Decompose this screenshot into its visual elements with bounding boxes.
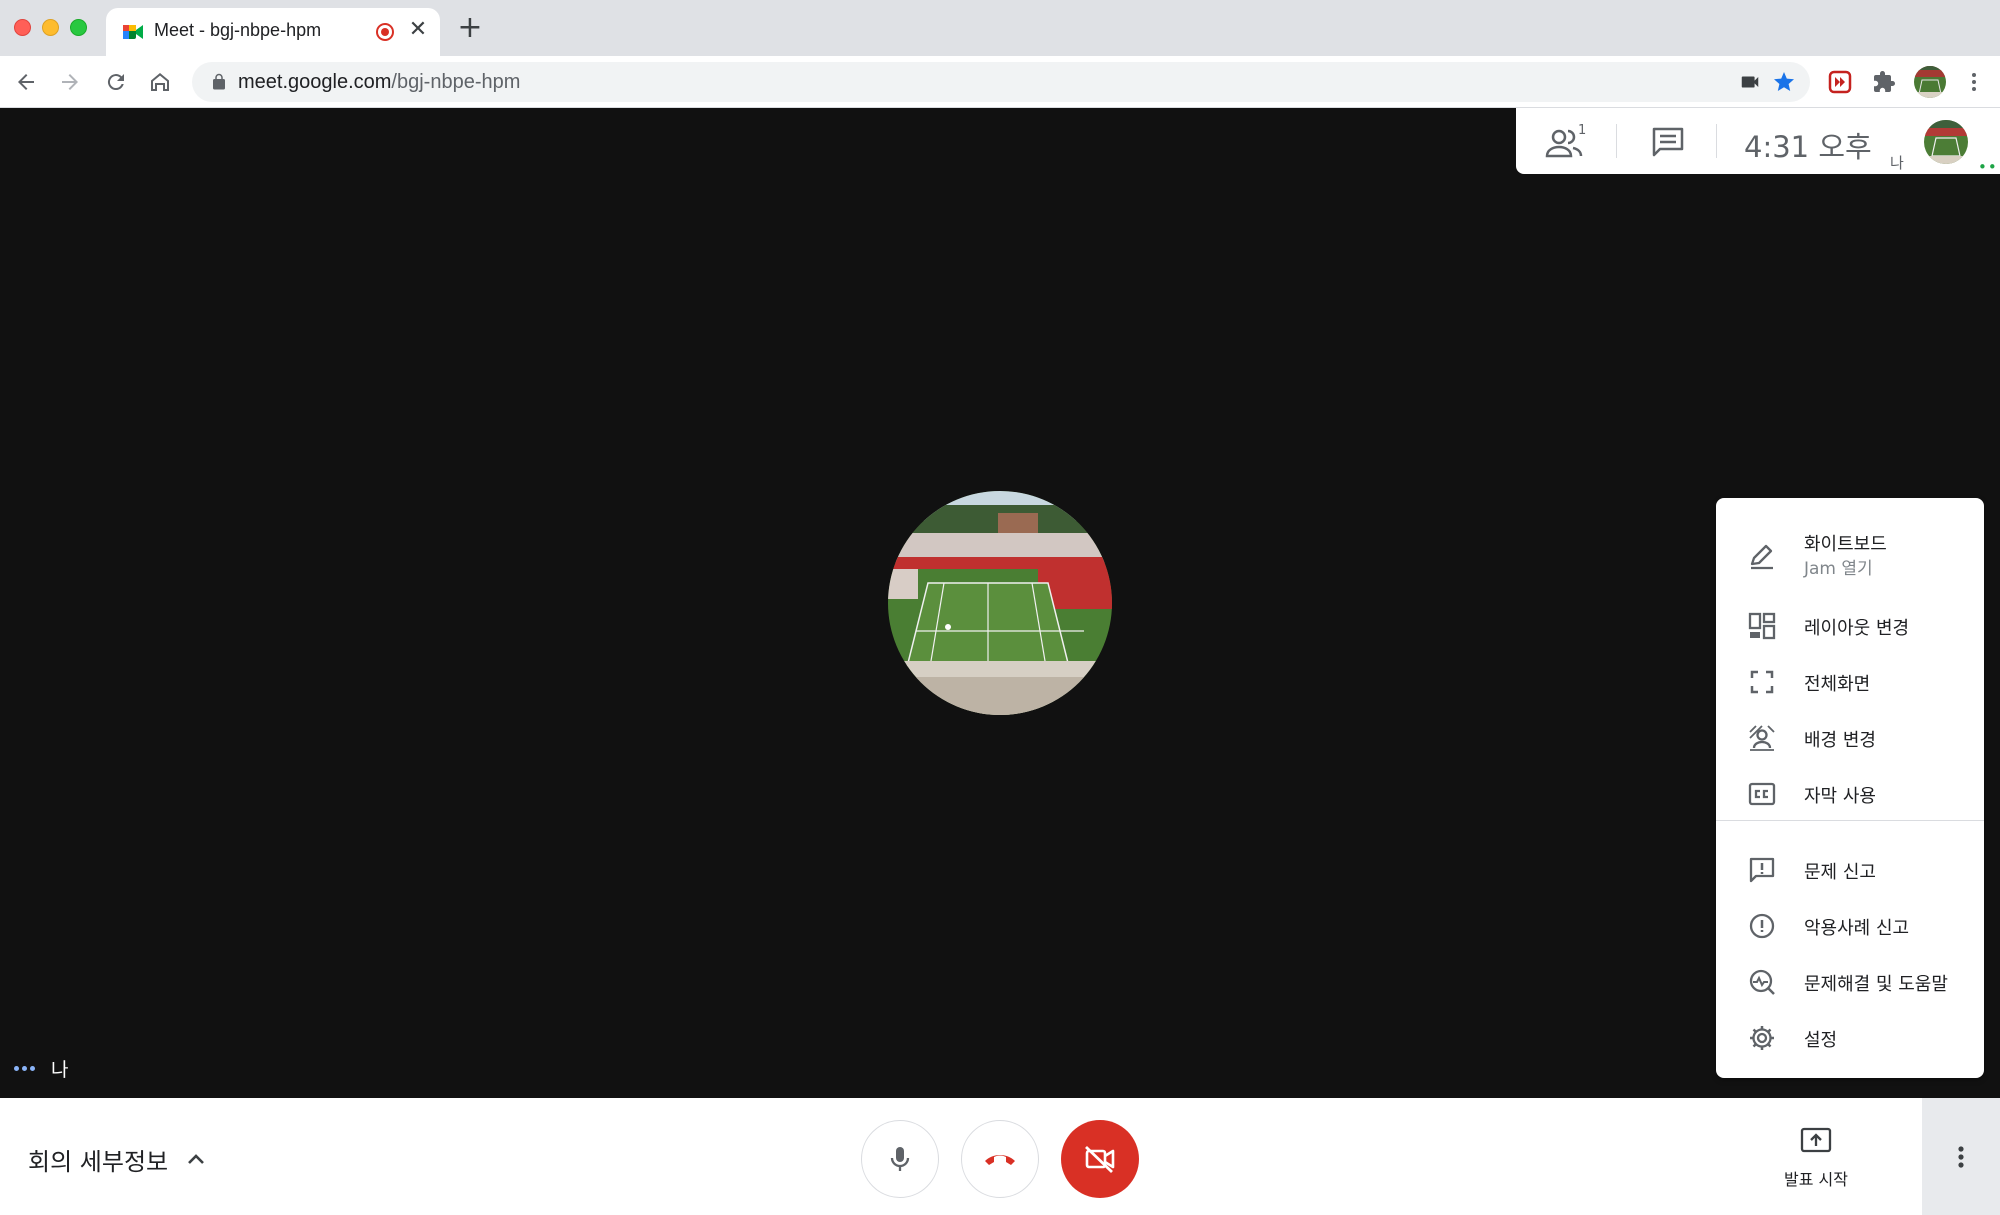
menu-item-label: 설정 xyxy=(1804,1030,1838,1051)
meeting-bottom-bar: 회의 세부정보 발표 시작 xyxy=(0,1098,2000,1215)
video-camera-icon xyxy=(1741,76,1759,88)
self-thumbnail[interactable] xyxy=(1924,120,1968,164)
captions-icon xyxy=(1748,780,1776,808)
video-off-icon xyxy=(1085,1145,1115,1174)
background-icon xyxy=(1748,724,1776,752)
menu-item-label: 문제 신고 xyxy=(1804,862,1876,883)
menu-item-troubleshoot-help[interactable]: 문제해결 및 도움말 xyxy=(1716,954,1984,1006)
kebab-menu-icon xyxy=(1958,1145,1964,1168)
audio-level-dots-icon: ••• xyxy=(1978,158,2000,176)
menu-item-report-problem[interactable]: 문제 신고 xyxy=(1716,842,1984,894)
menu-item-label: 레이아웃 변경 xyxy=(1804,618,1910,639)
menu-item-label: 화이트보드 xyxy=(1804,534,1887,555)
tab-title: Meet - bgj-nbpe-hpm xyxy=(154,20,322,40)
separator xyxy=(1716,124,1717,158)
audio-level-dots-icon xyxy=(14,1066,35,1071)
home-button[interactable] xyxy=(144,66,176,98)
menu-divider xyxy=(1716,820,1984,821)
present-now-button[interactable]: 발표 시작 xyxy=(1760,1126,1872,1190)
menu-item-label: 자막 사용 xyxy=(1804,786,1876,807)
arrow-right-icon xyxy=(62,74,78,90)
recording-indicator-icon xyxy=(376,23,394,41)
star-icon xyxy=(1774,72,1794,91)
kebab-menu-icon xyxy=(1972,73,1976,91)
microphone-button[interactable] xyxy=(861,1120,939,1198)
more-options-menu: 화이트보드 Jam 열기 레이아웃 변경 전체화면 배경 변경 자막 사용 문제… xyxy=(1716,498,1984,1078)
url-path: /bgj-nbpe-hpm xyxy=(391,71,521,93)
chat-icon xyxy=(1652,127,1684,157)
menu-item-change-background[interactable]: 배경 변경 xyxy=(1716,710,1984,762)
hang-up-icon xyxy=(985,1155,1015,1165)
report-abuse-icon xyxy=(1748,912,1776,940)
back-button[interactable] xyxy=(10,66,42,98)
browser-tab-strip: Meet - bgj-nbpe-hpm ✕ + xyxy=(0,0,2000,56)
extension-red-button[interactable] xyxy=(1826,68,1854,96)
tab-close-button[interactable]: ✕ xyxy=(406,18,430,42)
menu-item-sublabel: Jam 열기 xyxy=(1804,559,1873,579)
chat-button[interactable] xyxy=(1644,122,1692,162)
window-zoom-button[interactable] xyxy=(70,19,87,36)
more-options-button[interactable] xyxy=(1922,1098,2000,1215)
microphone-icon xyxy=(890,1147,910,1171)
menu-item-report-abuse[interactable]: 악용사례 신고 xyxy=(1716,898,1984,950)
menu-item-whiteboard[interactable]: 화이트보드 Jam 열기 xyxy=(1716,528,1984,592)
menu-item-fullscreen[interactable]: 전체화면 xyxy=(1716,654,1984,706)
pencil-icon xyxy=(1748,542,1776,570)
show-participants-button[interactable]: 1 xyxy=(1544,122,1592,162)
leave-call-button[interactable] xyxy=(961,1120,1039,1198)
menu-item-change-layout[interactable]: 레이아웃 변경 xyxy=(1716,598,1984,650)
tennis-court-photo xyxy=(888,491,1112,715)
self-video-avatar xyxy=(888,491,1112,715)
reload-icon xyxy=(107,74,124,91)
browser-toolbar: meet.google.com/bgj-nbpe-hpm xyxy=(0,56,2000,108)
troubleshoot-icon xyxy=(1748,968,1776,996)
meet-favicon-icon xyxy=(123,25,143,39)
forward-button[interactable] xyxy=(54,66,86,98)
menu-item-captions[interactable]: 자막 사용 xyxy=(1716,766,1984,818)
fast-forward-extension-icon xyxy=(1828,70,1852,94)
bookmark-star-button[interactable] xyxy=(1772,70,1796,94)
meeting-details-button[interactable]: 회의 세부정보 xyxy=(28,1142,208,1177)
new-tab-button[interactable]: + xyxy=(456,13,484,43)
home-icon xyxy=(151,73,169,91)
menu-item-label: 문제해결 및 도움말 xyxy=(1804,974,1948,995)
tennis-court-avatar-icon xyxy=(1924,120,1968,164)
window-minimize-button[interactable] xyxy=(42,19,59,36)
separator xyxy=(1616,124,1617,158)
present-now-label: 발표 시작 xyxy=(1784,1170,1848,1189)
chevron-up-icon xyxy=(188,1153,205,1164)
puzzle-icon xyxy=(1874,71,1895,92)
camera-in-use-button[interactable] xyxy=(1738,70,1762,94)
menu-item-settings[interactable]: 설정 xyxy=(1716,1010,1984,1062)
lock-icon xyxy=(213,73,225,90)
extensions-button[interactable] xyxy=(1870,68,1898,96)
url-text: meet.google.com/bgj-nbpe-hpm xyxy=(238,71,520,94)
self-tile-name: 나 xyxy=(51,1059,69,1081)
window-close-button[interactable] xyxy=(14,19,31,36)
layout-icon xyxy=(1748,612,1776,640)
arrow-left-icon xyxy=(18,74,34,90)
camera-toggle-button[interactable] xyxy=(1061,1120,1139,1198)
feedback-icon xyxy=(1748,856,1776,884)
profile-avatar[interactable] xyxy=(1914,66,1946,98)
address-bar[interactable]: meet.google.com/bgj-nbpe-hpm xyxy=(192,62,1810,102)
meeting-top-bar: 1 4:31 오후 나 ••• xyxy=(1516,108,2000,176)
menu-item-label: 전체화면 xyxy=(1804,674,1871,695)
tennis-court-avatar-icon xyxy=(1914,66,1946,98)
participants-count: 1 xyxy=(1578,123,1586,138)
menu-item-label: 악용사례 신고 xyxy=(1804,918,1910,939)
settings-icon xyxy=(1748,1024,1776,1052)
browser-menu-button[interactable] xyxy=(1960,68,1988,96)
self-label: 나 xyxy=(1890,154,1904,172)
menu-item-label: 배경 변경 xyxy=(1804,730,1876,751)
self-tile-label: 나 xyxy=(14,1055,68,1082)
people-icon: 1 xyxy=(1545,123,1586,158)
meeting-clock: 4:31 오후 xyxy=(1744,130,1872,164)
meeting-details-label: 회의 세부정보 xyxy=(28,1148,169,1176)
url-host: meet.google.com xyxy=(238,71,392,93)
fullscreen-icon xyxy=(1748,668,1776,696)
present-screen-icon xyxy=(1800,1127,1832,1153)
browser-tab-meet[interactable]: Meet - bgj-nbpe-hpm ✕ xyxy=(106,8,440,56)
reload-button[interactable] xyxy=(100,66,132,98)
